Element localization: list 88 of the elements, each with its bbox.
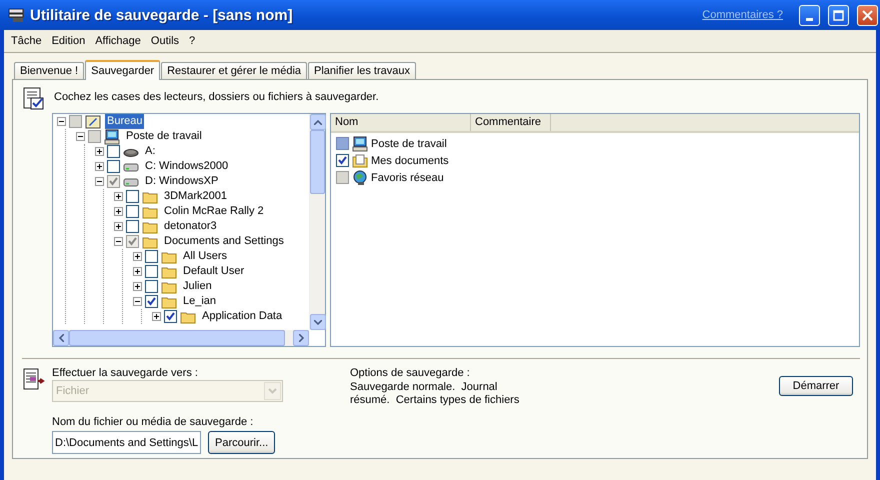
scroll-up-button[interactable] — [310, 114, 326, 130]
tree-item[interactable]: A: — [143, 144, 158, 159]
list-item[interactable]: Mes documents — [371, 154, 449, 166]
instruction-text: Cochez les cases des lecteurs, dossiers ou fichiers à sauvegarder. — [54, 91, 379, 103]
tab[interactable]: Bienvenue ! — [14, 62, 84, 79]
checkbox[interactable] — [126, 220, 139, 233]
checkbox[interactable] — [145, 280, 158, 293]
collapse-icon[interactable] — [57, 117, 66, 126]
options-text: Sauvegarde normale. Journal résumé. Certains types de fichiers — [350, 381, 520, 407]
file-name-field[interactable]: D:\Documents and Settings\L — [52, 431, 201, 454]
collapse-icon[interactable] — [114, 237, 123, 246]
scroll-thumb[interactable] — [69, 330, 285, 346]
network-icon — [352, 170, 368, 186]
expand-icon[interactable] — [95, 162, 104, 171]
expand-icon[interactable] — [152, 312, 161, 321]
menu-item[interactable]: Affichage — [90, 35, 146, 47]
column-header[interactable]: Nom — [331, 114, 471, 131]
app-icon — [8, 7, 24, 23]
close-icon — [862, 10, 873, 20]
options-title: Options de sauvegarde : — [350, 367, 471, 379]
documents-folder-icon — [352, 152, 368, 168]
checkbox[interactable] — [126, 205, 139, 218]
start-button[interactable]: Démarrer — [779, 376, 853, 396]
scroll-down-button[interactable] — [310, 314, 326, 330]
checkbox[interactable] — [107, 175, 120, 188]
tree-item[interactable]: Documents and Settings — [162, 234, 286, 249]
checkbox[interactable] — [88, 130, 101, 143]
expand-icon[interactable] — [114, 222, 123, 231]
computer-icon — [104, 128, 120, 144]
tab[interactable]: Restaurer et gérer le média — [161, 62, 308, 79]
destination-label: Effectuer la sauvegarde vers : — [52, 367, 199, 379]
tab[interactable]: Planifier les travaux — [308, 62, 416, 79]
tree-item[interactable]: detonator3 — [162, 219, 219, 234]
tree-item[interactable]: Default User — [181, 264, 246, 279]
menu-item[interactable]: Outils — [146, 35, 184, 47]
maximize-button[interactable] — [828, 4, 849, 26]
desktop-icon — [85, 114, 101, 130]
expand-icon[interactable] — [95, 147, 104, 156]
expand-icon[interactable] — [114, 207, 123, 216]
tree-item[interactable]: Poste de travail — [124, 129, 204, 144]
checkbox[interactable] — [336, 154, 349, 167]
checklist-icon — [22, 86, 46, 112]
expand-icon[interactable] — [133, 282, 142, 291]
scroll-left-button[interactable] — [53, 330, 69, 346]
tree-item[interactable]: Julien — [181, 279, 214, 294]
tree-item[interactable]: Colin McRae Rally 2 — [162, 204, 266, 219]
checkbox[interactable] — [336, 137, 349, 150]
minimize-button[interactable] — [799, 4, 820, 26]
scroll-thumb[interactable] — [310, 130, 325, 194]
collapse-icon[interactable] — [76, 132, 85, 141]
menu-item[interactable]: Tâche — [6, 35, 47, 47]
checkbox[interactable] — [145, 250, 158, 263]
expand-icon[interactable] — [133, 267, 142, 276]
tree-item[interactable]: D: WindowsXP — [143, 174, 220, 189]
checkbox[interactable] — [145, 265, 158, 278]
computer-icon — [352, 136, 368, 152]
checkbox[interactable] — [164, 310, 177, 323]
file-name-label: Nom du fichier ou média de sauvegarde : — [52, 416, 254, 428]
tab[interactable]: Sauvegarder — [85, 60, 160, 80]
menu-item[interactable]: Edition — [46, 35, 90, 47]
column-header[interactable]: Commentaire — [471, 114, 551, 131]
tree-item[interactable]: Le_ian — [181, 294, 218, 309]
window-title: Utilitaire de sauvegarde - [sans nom] — [30, 6, 294, 24]
checkbox[interactable] — [69, 115, 82, 128]
close-button[interactable] — [857, 4, 878, 26]
checkbox[interactable] — [126, 190, 139, 203]
tree-item[interactable]: Application Data — [200, 309, 284, 324]
collapse-icon[interactable] — [95, 177, 104, 186]
checkbox[interactable] — [126, 235, 139, 248]
menu-item[interactable]: ? — [184, 35, 200, 47]
collapse-icon[interactable] — [133, 297, 142, 306]
expand-icon[interactable] — [133, 252, 142, 261]
checkbox[interactable] — [107, 145, 120, 158]
tree-item[interactable]: Bureau — [105, 114, 144, 129]
expand-icon[interactable] — [114, 192, 123, 201]
checkbox[interactable] — [107, 160, 120, 173]
list-item[interactable]: Poste de travail — [371, 138, 447, 150]
maximize-icon — [833, 10, 844, 20]
minimize-icon — [806, 18, 813, 20]
list-item[interactable]: Favoris réseau — [371, 172, 444, 184]
tree-item[interactable]: C: Windows2000 — [143, 159, 230, 174]
tree-item[interactable]: 3DMark2001 — [162, 189, 229, 204]
checkbox[interactable] — [336, 171, 349, 184]
tree-item[interactable]: All Users — [181, 249, 230, 264]
scroll-right-button[interactable] — [293, 330, 309, 346]
checkbox[interactable] — [145, 295, 158, 308]
browse-button[interactable]: Parcourir... — [208, 431, 276, 454]
feedback-link[interactable]: Commentaires ? — [702, 9, 783, 21]
